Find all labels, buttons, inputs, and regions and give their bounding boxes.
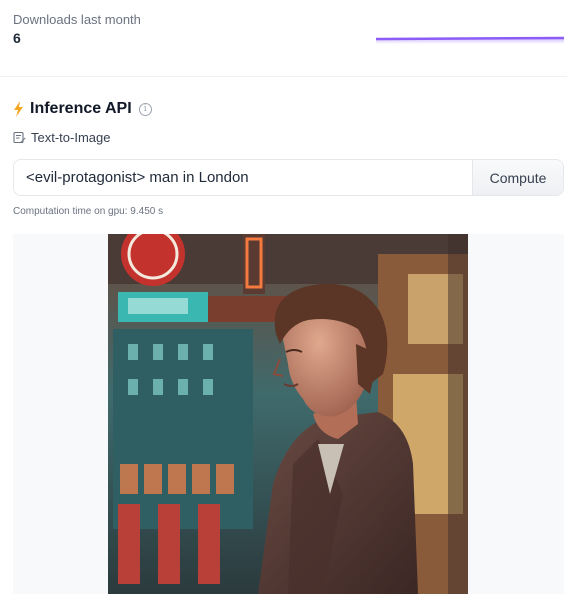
info-icon[interactable]: i	[138, 102, 152, 116]
section-divider	[0, 76, 567, 77]
downloads-stat: Downloads last month 6	[13, 12, 564, 52]
computation-time: Computation time on gpu: 9.450 s	[13, 206, 164, 217]
task-type: Text-to-Image	[13, 130, 110, 145]
inference-api-title: Inference API	[30, 100, 132, 117]
downloads-sparkline	[376, 36, 564, 44]
text-to-image-icon	[13, 131, 26, 144]
prompt-form: Compute	[13, 159, 564, 196]
downloads-label: Downloads last month	[13, 12, 141, 27]
compute-button[interactable]: Compute	[472, 160, 563, 195]
prompt-input[interactable]	[14, 160, 472, 195]
output-panel	[13, 234, 564, 594]
downloads-count: 6	[13, 30, 21, 46]
task-label: Text-to-Image	[31, 130, 111, 145]
lightning-bolt-icon	[14, 101, 23, 117]
inference-api-header: Inference API i	[13, 98, 152, 120]
generated-image	[108, 234, 468, 594]
